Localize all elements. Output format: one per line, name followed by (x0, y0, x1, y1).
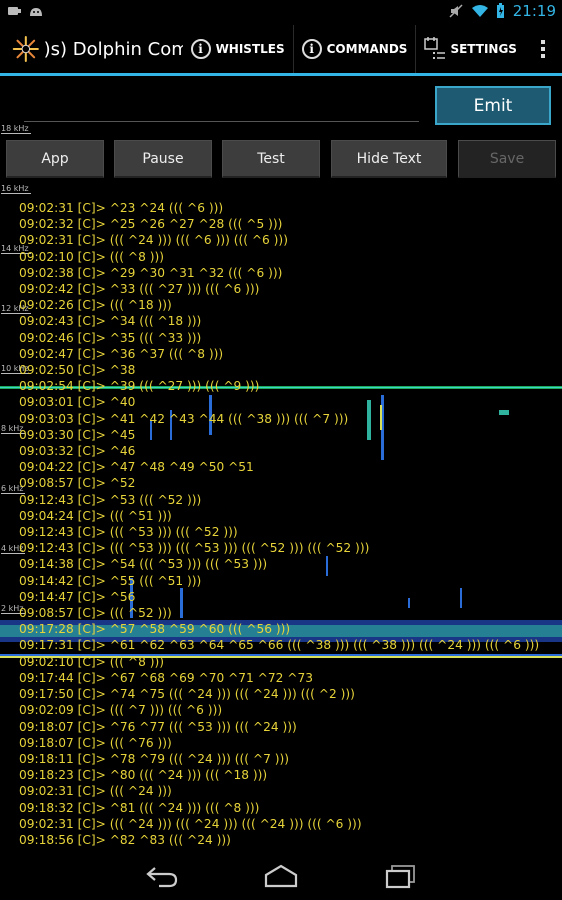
command-log: 09:02:31 [C]> ^23 ^24 ((( ^6 ))) 09:02:3… (19, 200, 559, 848)
log-line: 09:02:31 [C]> ((( ^24 ))) (19, 784, 172, 799)
log-line: 09:02:43 [C]> ^34 ((( ^18 ))) (19, 314, 202, 329)
log-line: 09:02:10 [C]> ((( ^8 ))) (19, 654, 164, 669)
log-line: 09:17:50 [C]> ^74 ^75 ((( ^24 ))) ((( ^2… (19, 687, 355, 702)
back-icon[interactable] (145, 862, 179, 890)
log-line: 09:14:47 [C]> ^56 (19, 589, 136, 604)
log-line: 09:02:32 [C]> ^25 ^26 ^27 ^28 ((( ^5 ))) (19, 217, 283, 232)
log-line: 09:02:38 [C]> ^29 ^30 ^31 ^32 ((( ^6 ))) (19, 265, 283, 280)
log-line: 09:02:31 [C]> ((( ^24 ))) ((( ^24 ))) ((… (19, 816, 362, 831)
log-line: 09:02:47 [C]> ^36 ^37 ((( ^8 ))) (19, 346, 224, 361)
clock: 21:19 (512, 2, 556, 20)
log-line: 09:18:07 [C]> ^76 ^77 ((( ^53 ))) ((( ^2… (19, 719, 297, 734)
log-line: 09:02:31 [C]> ((( ^24 ))) ((( ^6 ))) (((… (19, 233, 288, 248)
log-line: 09:18:32 [C]> ^81 ((( ^24 ))) ((( ^8 ))) (19, 800, 260, 815)
log-line: 09:08:57 [C]> ((( ^52 ))) (19, 606, 172, 621)
log-line: 09:02:09 [C]> ((( ^7 ))) ((( ^6 ))) (19, 703, 223, 718)
action-bar: )s) Dolphin Com... i WHISTLES i COMMANDS… (0, 25, 562, 73)
command-text-input[interactable] (24, 88, 419, 122)
log-line: 09:03:30 [C]> ^45 (19, 427, 136, 442)
whistles-label: WHISTLES (215, 42, 285, 56)
log-line: 09:02:42 [C]> ^33 ((( ^27 ))) ((( ^6 ))) (19, 282, 260, 297)
app-logo-icon[interactable] (11, 33, 41, 65)
pause-button[interactable]: Pause (114, 140, 212, 178)
log-line: 09:14:38 [C]> ^54 ((( ^53 ))) ((( ^53 ))… (19, 557, 268, 572)
log-line: 09:12:43 [C]> ((( ^53 ))) ((( ^52 ))) (19, 525, 238, 540)
log-line: 09:18:07 [C]> ((( ^76 ))) (19, 735, 172, 750)
log-line: 09:02:10 [C]> ((( ^8 ))) (19, 249, 164, 264)
log-line: 09:03:01 [C]> ^40 (19, 395, 136, 410)
whistles-button[interactable]: i WHISTLES (183, 25, 293, 73)
commands-label: COMMANDS (326, 42, 408, 56)
home-icon[interactable] (264, 862, 298, 890)
log-line: 09:02:54 [C]> ^39 ((( ^27 ))) ((( ^9 ))) (19, 379, 260, 394)
save-button: Save (458, 140, 556, 178)
battery-icon (496, 3, 504, 18)
info-icon: i (301, 39, 322, 59)
log-line: 09:12:43 [C]> ((( ^53 ))) ((( ^53 ))) ((… (19, 541, 370, 556)
log-line: 09:04:24 [C]> ((( ^51 ))) (19, 508, 172, 523)
log-line: 09:17:31 [C]> ^61 ^62 ^63 ^64 ^65 ^66 ((… (19, 638, 540, 653)
log-line: 09:18:56 [C]> ^82 ^83 ((( ^24 ))) (19, 832, 231, 847)
log-line: 09:03:32 [C]> ^46 (19, 444, 136, 459)
status-left-icons (6, 4, 44, 18)
log-line: 09:02:31 [C]> ^23 ^24 ((( ^6 ))) (19, 201, 224, 215)
test-button[interactable]: Test (222, 140, 320, 178)
log-line: 09:18:11 [C]> ^78 ^79 ((( ^24 ))) ((( ^7… (19, 751, 290, 766)
log-line: 09:18:23 [C]> ^80 ((( ^24 ))) ((( ^18 ))… (19, 768, 268, 783)
commands-button[interactable]: i COMMANDS (292, 25, 416, 73)
recent-apps-icon[interactable] (384, 862, 418, 890)
settings-button[interactable]: SETTINGS (415, 25, 525, 73)
log-line: 09:03:03 [C]> ^41 ^42 ^43 ^44 ((( ^38 ))… (19, 411, 349, 426)
log-line: 09:17:44 [C]> ^67 ^68 ^69 ^70 ^71 ^72 ^7… (19, 670, 313, 685)
log-line: 09:12:43 [C]> ^53 ((( ^52 ))) (19, 492, 202, 507)
mute-icon (449, 4, 463, 18)
log-line: 09:14:42 [C]> ^55 ((( ^51 ))) (19, 573, 202, 588)
status-bar: 21:19 (0, 0, 562, 25)
settings-label: SETTINGS (450, 42, 517, 56)
android-icon (30, 8, 42, 16)
hide-text-button[interactable]: Hide Text (331, 140, 447, 178)
log-line: 09:08:57 [C]> ^52 (19, 476, 136, 491)
log-line: 09:17:28 [C]> ^57 ^58 ^59 ^60 ((( ^56 ))… (19, 622, 291, 637)
log-line: 09:04:22 [C]> ^47 ^48 ^49 ^50 ^51 (19, 460, 254, 475)
log-line: 09:02:50 [C]> ^38 (19, 363, 136, 378)
emit-button[interactable]: Emit (435, 86, 551, 125)
settings-list-icon (424, 37, 446, 59)
freq-label: 18 kHz (1, 124, 31, 134)
app-title: )s) Dolphin Com... (43, 38, 183, 60)
log-line: 09:02:46 [C]> ^35 ((( ^33 ))) (19, 330, 202, 345)
navigation-bar (0, 852, 562, 900)
status-right-icons: 21:19 (448, 2, 556, 20)
overflow-menu-icon[interactable] (525, 40, 562, 58)
log-line: 09:02:26 [C]> ((( ^18 ))) (19, 298, 172, 313)
action-bar-underline (0, 73, 562, 76)
app-button[interactable]: App (6, 140, 104, 178)
freq-label: 16 kHz (1, 184, 31, 194)
wifi-icon (471, 5, 488, 17)
usb-debug-icon (8, 7, 21, 15)
info-icon: i (190, 39, 211, 59)
